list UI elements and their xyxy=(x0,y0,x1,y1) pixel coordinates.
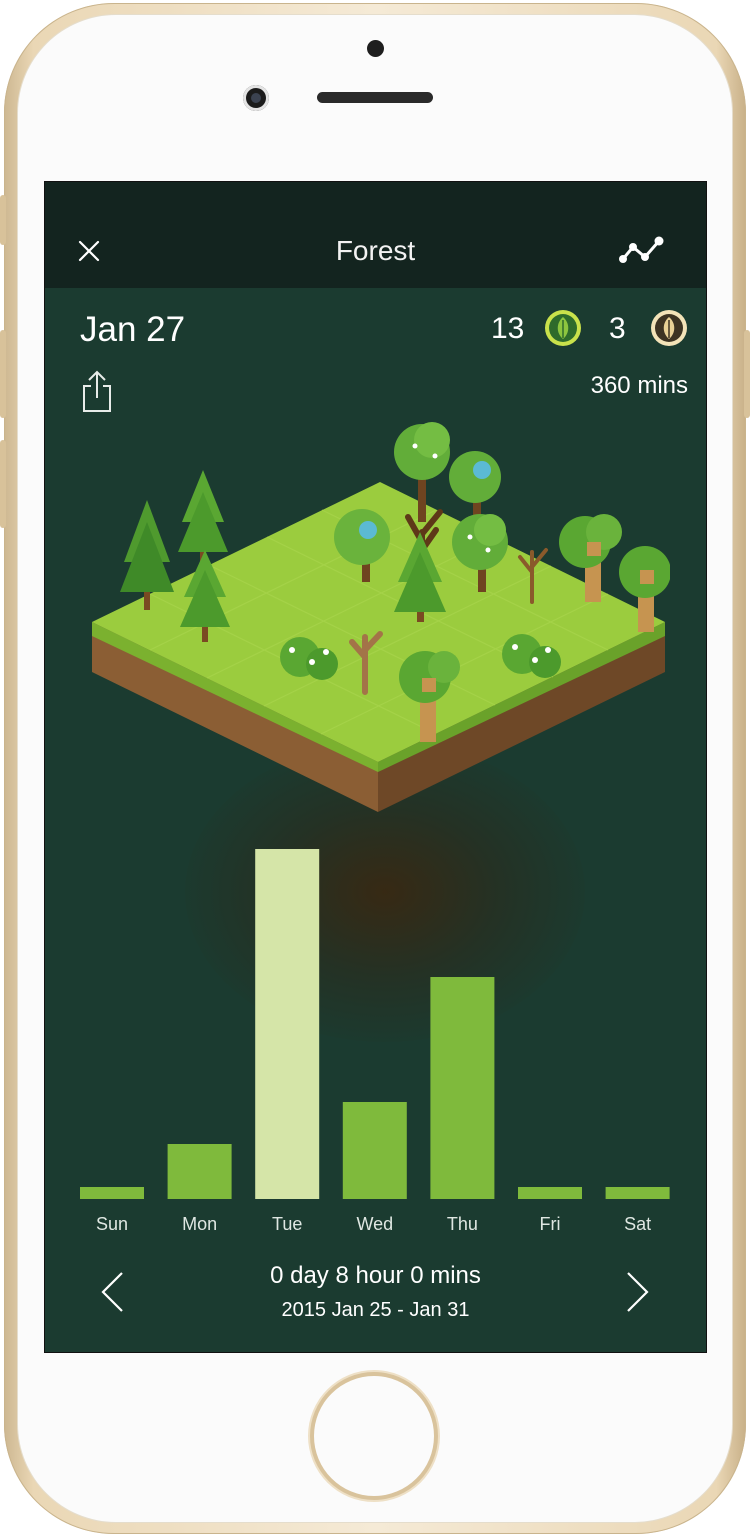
chevron-right-icon[interactable] xyxy=(623,1270,653,1314)
front-camera xyxy=(243,85,269,111)
volume-down-button xyxy=(0,440,6,528)
proximity-sensor xyxy=(367,40,384,57)
bar-sun[interactable] xyxy=(80,1187,144,1199)
volume-up-button xyxy=(0,330,6,418)
home-button[interactable] xyxy=(314,1376,434,1496)
bar-wed[interactable] xyxy=(342,1102,407,1199)
day-label-tue: Tue xyxy=(272,1214,303,1234)
mute-switch xyxy=(0,195,6,245)
date-range: 2015 Jan 25 - Jan 31 xyxy=(281,1299,470,1321)
day-label-fri: Fri xyxy=(539,1214,561,1234)
total-focus-time: 0 day 8 hour 0 mins xyxy=(270,1262,481,1289)
earpiece-speaker xyxy=(317,92,433,103)
bar-sat[interactable] xyxy=(605,1187,670,1199)
power-button xyxy=(744,330,750,418)
bar-tue[interactable] xyxy=(255,849,320,1199)
day-label-thu: Thu xyxy=(446,1214,478,1234)
day-label-wed: Wed xyxy=(356,1214,394,1234)
bar-fri[interactable] xyxy=(518,1187,582,1199)
day-label-sat: Sat xyxy=(624,1214,652,1234)
weekly-bar-chart xyxy=(80,849,670,1199)
day-label-sun: Sun xyxy=(95,1214,129,1234)
app-screen: Forest Jan 27 13 3 360 mins Sun Mon Tue … xyxy=(45,182,706,1352)
bar-mon[interactable] xyxy=(167,1144,232,1199)
day-label-mon: Mon xyxy=(182,1214,218,1234)
bar-thu[interactable] xyxy=(430,977,495,1199)
